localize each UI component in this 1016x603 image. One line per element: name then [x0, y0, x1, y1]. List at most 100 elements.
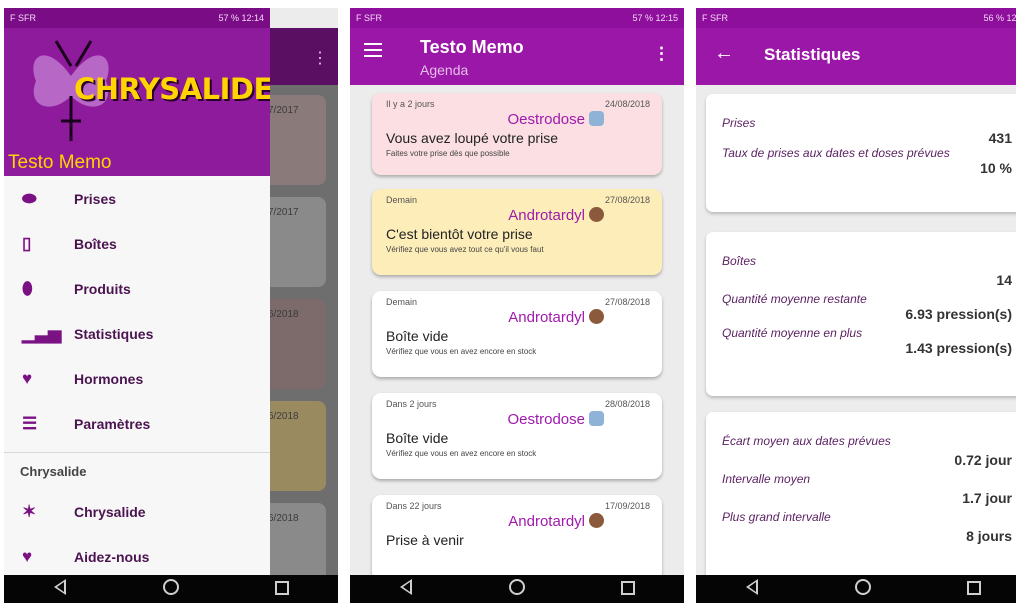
- stat-value: 0.72 jour: [954, 452, 1012, 468]
- menu-item-label: Aidez-nous: [74, 548, 150, 565]
- menu-item-label: Paramètres: [74, 415, 151, 432]
- lips-icon: ⬬: [22, 188, 37, 208]
- menu-item-statistiques[interactable]: ▁▃▅ Statistiques: [4, 311, 270, 356]
- system-navigation-bar: [696, 575, 1016, 603]
- bear-icon: [589, 513, 604, 528]
- card-note: Faites votre prise dès que possible: [386, 149, 510, 158]
- card-relative-date: Dans 22 jours: [386, 501, 442, 511]
- agenda-card[interactable]: Dans 22 jours 17/09/2018 Androtardyl Pris…: [372, 495, 662, 575]
- card-title: C'est bientôt votre prise: [386, 226, 533, 242]
- agenda-card[interactable]: Il y a 2 jours 24/08/2018 Oestrodose Vous…: [372, 93, 662, 175]
- vial-icon: [589, 411, 604, 426]
- menu-item-label: Hormones: [74, 370, 144, 387]
- stat-value: 10 %: [980, 160, 1012, 176]
- home-nav-button[interactable]: [833, 578, 893, 600]
- stat-value: 431: [988, 130, 1012, 146]
- circle-home-icon: [162, 578, 179, 595]
- agenda-card[interactable]: Demain 27/08/2018 Androtardyl Boîte vide …: [372, 291, 662, 377]
- background-card: 6/2018: [262, 401, 326, 491]
- status-time: 57 % 12:14: [218, 13, 264, 23]
- card-relative-date: Dans 2 jours: [386, 399, 437, 409]
- home-nav-button[interactable]: [487, 578, 547, 600]
- stat-value: 14: [996, 272, 1012, 288]
- more-options-icon[interactable]: ⋮: [653, 44, 670, 64]
- square-recents-icon: [967, 580, 982, 595]
- system-navigation-bar: [350, 575, 684, 603]
- app-bar: ← Statistiques: [696, 28, 1016, 85]
- menu-item-label: Chrysalide: [74, 503, 146, 520]
- stat-label: Prises: [722, 116, 756, 130]
- agenda-card[interactable]: Dans 2 jours 28/08/2018 Oestrodose Boîte …: [372, 393, 662, 479]
- system-navigation-bar: [4, 575, 338, 603]
- menu-item-produits[interactable]: ⬮ Produits: [4, 266, 270, 311]
- back-arrow-icon[interactable]: ←: [714, 42, 734, 65]
- circle-home-icon: [508, 578, 525, 595]
- back-nav-button[interactable]: [376, 578, 436, 600]
- phone-statistics-screen: F SFR 56 % 12:1 ← Statistiques Prises 43…: [696, 8, 1016, 603]
- card-relative-date: Demain: [386, 297, 418, 307]
- card-note: Vérifiez que vous en avez encore en stoc…: [386, 449, 537, 458]
- card-relative-date: Il y a 2 jours: [386, 99, 435, 109]
- square-recents-icon: [275, 580, 290, 595]
- pill-icon: ⬮: [22, 278, 33, 298]
- card-note: Vérifiez que vous en avez encore en stoc…: [386, 347, 537, 356]
- background-card: 7/2017: [262, 95, 326, 185]
- vial-icon: [589, 111, 604, 126]
- more-options-icon: ⋮: [312, 50, 328, 67]
- drawer-menu: ⬬ Prises ▯ Boîtes ⬮ Produits ▁▃▅ Statistique…: [4, 176, 270, 579]
- back-nav-button[interactable]: [722, 578, 782, 600]
- card-product: Oestrodose: [507, 411, 585, 428]
- stat-label: Écart moyen aux dates prévues: [722, 434, 891, 448]
- card-note: Vérifiez que vous avez tout ce qu'il vou…: [386, 245, 544, 254]
- stat-label: Quantité moyenne restante: [722, 292, 867, 306]
- menu-item-hormones[interactable]: ♥ Hormones: [4, 356, 270, 401]
- stat-value: 1.43 pression(s): [905, 340, 1012, 356]
- square-recents-icon: [621, 580, 636, 595]
- background-card: 7/2017: [262, 197, 326, 287]
- card-product: Androtardyl: [508, 513, 585, 530]
- card-product: Androtardyl: [508, 207, 585, 224]
- card-relative-date: Demain: [386, 195, 418, 205]
- stat-label: Taux de prises aux dates et doses prévue…: [722, 146, 950, 160]
- card-title: Boîte vide: [386, 430, 449, 446]
- stat-value: 8 jours: [966, 528, 1012, 544]
- card-date: 24/08/2018: [604, 99, 650, 109]
- heart-hand-icon: ♥: [22, 546, 33, 566]
- triangle-back-icon: [53, 578, 66, 595]
- card-title: Boîte vide: [386, 328, 449, 344]
- sliders-icon: ☰: [22, 413, 38, 433]
- recents-nav-button[interactable]: [252, 579, 312, 600]
- menu-item-label: Statistiques: [74, 325, 154, 342]
- recents-nav-button[interactable]: [944, 579, 1004, 600]
- menu-item-prises[interactable]: ⬬ Prises: [4, 176, 270, 221]
- phone-drawer-screen: ⋮ 7/2017 7/2017 6/2018 6/2018 6/2018 F S…: [4, 8, 338, 603]
- back-nav-button[interactable]: [30, 578, 90, 600]
- agenda-list: Il y a 2 jours 24/08/2018 Oestrodose Vous…: [350, 85, 684, 575]
- chart-icon: ▁▃▅: [22, 323, 62, 343]
- menu-item-aidez-nous[interactable]: ♥ Aidez-nous: [4, 534, 270, 579]
- butterfly-icon: ✶: [22, 501, 37, 521]
- card-title: Vous avez loupé votre prise: [386, 130, 558, 146]
- card-product: Oestrodose: [507, 111, 585, 128]
- stats-card-intervalles: Écart moyen aux dates prévues 0.72 jour …: [706, 412, 1016, 582]
- menu-item-boites[interactable]: ▯ Boîtes: [4, 221, 270, 266]
- recents-nav-button[interactable]: [598, 579, 658, 600]
- home-nav-button[interactable]: [141, 578, 201, 600]
- chrysalide-logo: CHRYSALIDE: [74, 72, 270, 106]
- stats-card-boites: Boîtes 14 Quantité moyenne restante 6.93…: [706, 232, 1016, 396]
- menu-item-parametres[interactable]: ☰ Paramètres: [4, 401, 270, 446]
- card-product: Androtardyl: [508, 309, 585, 326]
- hamburger-menu-icon[interactable]: [364, 43, 382, 57]
- status-bar: F SFR 57 % 12:14: [4, 8, 270, 28]
- carrier-label: F SFR: [10, 13, 36, 23]
- status-bar: F SFR 56 % 12:1: [696, 8, 1016, 28]
- navigation-drawer: F SFR 57 % 12:14 CHRYSALIDE Testo Memo ⬬…: [4, 8, 270, 575]
- agenda-card[interactable]: Demain 27/08/2018 Androtardyl C'est bient…: [372, 189, 662, 275]
- status-time: 57 % 12:15: [632, 13, 678, 23]
- card-date: 28/08/2018: [604, 399, 650, 409]
- background-card: 6/2018: [262, 299, 326, 389]
- heart-icon: ♥: [22, 368, 33, 388]
- menu-item-chrysalide[interactable]: ✶ Chrysalide: [4, 489, 270, 534]
- bear-icon: [589, 309, 604, 324]
- stat-label: Intervalle moyen: [722, 472, 811, 486]
